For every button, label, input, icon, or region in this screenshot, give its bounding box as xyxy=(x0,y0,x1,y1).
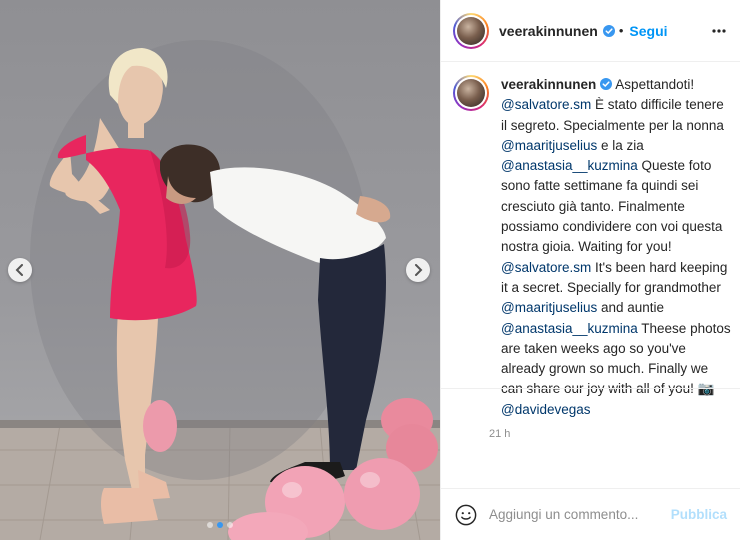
caption-part: Aspettandoti! xyxy=(612,77,695,92)
emoji-button[interactable] xyxy=(455,504,477,526)
caption-text: veerakinnunen Aspettandoti! @salvatore.s… xyxy=(501,75,733,420)
carousel-next-button[interactable] xyxy=(406,258,430,282)
header-separator: • xyxy=(618,23,624,38)
chevron-left-icon xyxy=(15,264,23,276)
caption-avatar[interactable] xyxy=(453,75,489,111)
carousel-indicator xyxy=(0,522,440,528)
post-header: veerakinnunen • Segui xyxy=(441,0,740,62)
post-timestamp[interactable]: 21 h xyxy=(489,428,733,440)
caption-part: and auntie xyxy=(597,300,665,316)
username-link[interactable]: veerakinnunen xyxy=(499,23,598,39)
carousel-dot xyxy=(207,522,213,528)
verified-badge-icon xyxy=(602,24,615,37)
mention-link[interactable]: @davidevegas xyxy=(501,402,591,417)
mention-link[interactable]: @maaritjuselius xyxy=(501,300,597,315)
more-options-button[interactable] xyxy=(712,28,726,33)
follow-button[interactable]: Segui xyxy=(629,23,667,39)
carousel-prev-button[interactable] xyxy=(8,258,32,282)
publish-button[interactable]: Pubblica xyxy=(671,507,727,522)
divider xyxy=(441,388,740,389)
avatar[interactable] xyxy=(453,12,489,49)
caption-block: veerakinnunen Aspettandoti! @salvatore.s… xyxy=(453,75,733,440)
caption-username[interactable]: veerakinnunen xyxy=(501,77,596,92)
caption-part: e la zia xyxy=(597,137,644,153)
photo-scene xyxy=(0,40,440,540)
comment-input[interactable] xyxy=(489,507,669,522)
mention-link[interactable]: @anastasia__kuzmina xyxy=(501,158,638,173)
verified-badge-icon xyxy=(600,78,613,90)
mention-link[interactable]: @maaritjuselius xyxy=(501,138,597,153)
mention-link[interactable]: @anastasia__kuzmina xyxy=(501,321,638,336)
carousel-dot xyxy=(227,522,233,528)
carousel-dot-active xyxy=(217,522,223,528)
comment-bar: Pubblica xyxy=(441,488,740,540)
mention-link[interactable]: @salvatore.sm xyxy=(501,260,591,275)
post-side-panel: veerakinnunen • Segui veerakinnunen Aspe… xyxy=(440,0,740,540)
smiley-icon xyxy=(455,504,477,525)
chevron-right-icon xyxy=(415,264,423,276)
more-horizontal-icon xyxy=(712,28,726,33)
mention-link[interactable]: @salvatore.sm xyxy=(501,97,591,112)
post-photo[interactable] xyxy=(0,0,440,540)
